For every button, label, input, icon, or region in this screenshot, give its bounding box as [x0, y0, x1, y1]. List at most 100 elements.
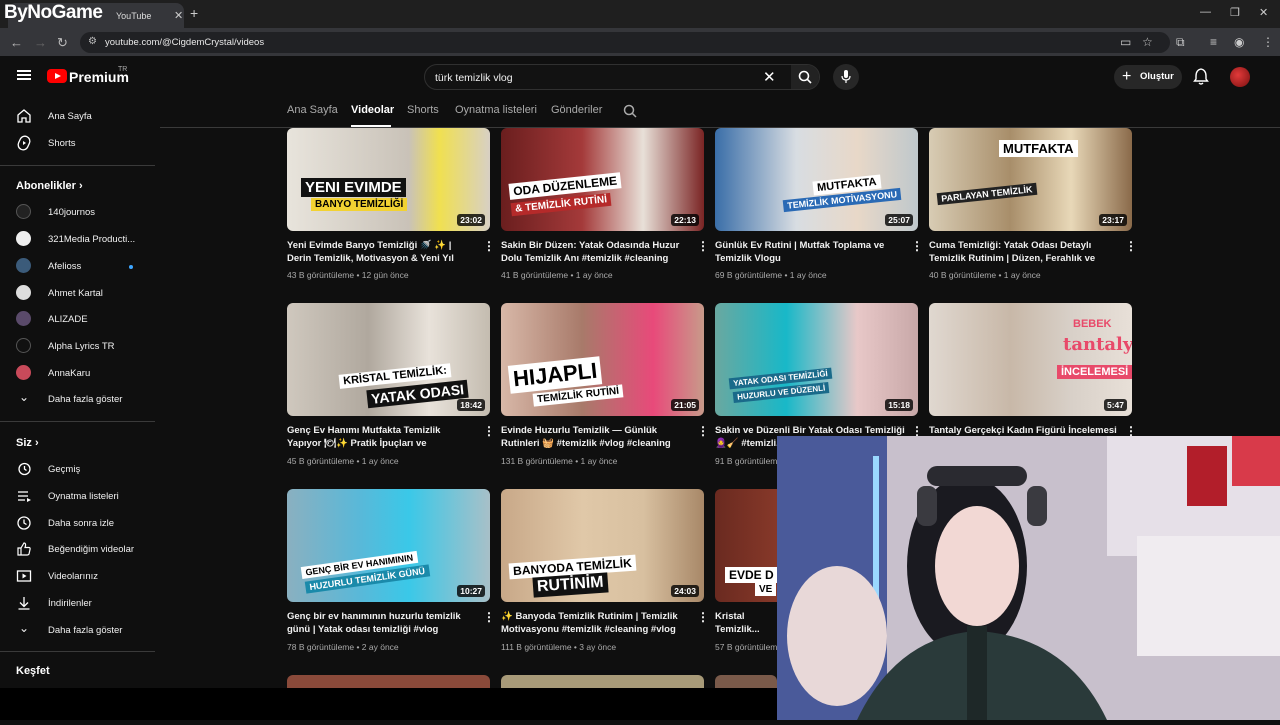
more-options-icon[interactable]: ⋮ [697, 424, 709, 438]
tab-videos[interactable]: Videolar [351, 104, 394, 116]
forward-icon[interactable]: → [34, 35, 47, 50]
video-thumbnail[interactable]: KRİSTAL TEMİZLİK: YATAK ODASI 18:42 [287, 303, 490, 416]
browser-tab-bar: YouTube ✕ ByNoGame + — ❐ ✕ [0, 0, 1280, 28]
notifications-bell-icon[interactable] [1193, 68, 1209, 85]
video-meta: 41 B görüntüleme • 1 ay önce [501, 270, 613, 280]
video-title[interactable]: Kristal Temizlik... #temizlik #vlog [715, 610, 777, 636]
thumbnail-caption: YENI EVIMDE [301, 178, 406, 197]
video-thumbnail[interactable]: ODA DÜZENLEME & TEMİZLİK RUTİNİ 22:13 [501, 128, 704, 231]
more-options-icon[interactable]: ⋮ [483, 239, 495, 253]
sidebar-item-label: Ana Sayfa [48, 111, 92, 122]
minimize-icon[interactable]: — [1200, 6, 1211, 18]
new-tab-icon[interactable]: + [190, 5, 198, 21]
video-meta: 78 B görüntüleme • 2 ay önce [287, 642, 399, 652]
more-options-icon[interactable]: ⋮ [697, 610, 709, 624]
video-thumbnail[interactable]: YATAK ODASI TEMİZLİĞİ HUZURLU VE DÜZENLİ… [715, 303, 918, 416]
create-button[interactable]: + Oluştur [1114, 65, 1182, 89]
search-box[interactable]: türk temizlik vlog ✕ [424, 64, 820, 90]
video-card[interactable]: EVDE D VE Kristal Temizlik... #temizlik … [715, 489, 777, 688]
youtube-logo-icon[interactable] [47, 69, 67, 83]
video-thumbnail[interactable]: MUTFAKTA TEMİZLİK MOTİVASYONU 25:07 [715, 128, 918, 231]
thumbnail-caption: MUTFAKTA [999, 140, 1078, 157]
tab-shorts[interactable]: Shorts [407, 104, 439, 116]
extensions-icon[interactable]: ⧉ [1176, 35, 1185, 50]
tab-title: YouTube [116, 11, 152, 21]
region-label: TR [118, 66, 128, 73]
back-icon[interactable]: ← [10, 35, 23, 50]
video-title[interactable]: Genç Ev Hanımı Mutfakta Temizlik Yapıyor… [287, 424, 477, 450]
channel-tabs: Ana Sayfa Videolar Shorts Oynatma listel… [160, 96, 1280, 128]
video-thumbnail[interactable] [287, 675, 490, 688]
reading-list-icon[interactable]: ≡ [1210, 35, 1217, 49]
clear-search-icon[interactable]: ✕ [763, 68, 776, 86]
tab-posts[interactable]: Gönderiler [551, 104, 602, 116]
video-duration: 22:13 [671, 214, 699, 226]
video-title[interactable]: ✨ Banyoda Temizlik Rutinim | Temizlik Mo… [501, 610, 691, 636]
reload-icon[interactable]: ↻ [57, 35, 68, 51]
url-field[interactable]: ⚙ youtube.com/@CigdemCrystal/videos [80, 32, 1170, 53]
video-title[interactable]: Yeni Evimde Banyo Temizliği 🚿 ✨ | Derin … [287, 239, 477, 265]
video-thumbnail[interactable]: EVDE D VE [715, 489, 777, 602]
more-options-icon[interactable]: ⋮ [1125, 239, 1137, 253]
video-thumbnail[interactable]: HIJAPLI TEMİZLİK RUTİNİ 21:05 [501, 303, 704, 416]
video-meta: 45 B görüntüleme • 1 ay önce [287, 456, 399, 466]
video-thumbnail[interactable]: YENI EVIMDE BANYO TEMİZLİĞİ 23:02 [287, 128, 490, 231]
more-options-icon[interactable]: ⋮ [697, 239, 709, 253]
video-thumbnail[interactable]: GENÇ BİR EV HANIMININ HUZURLU TEMİZLİK G… [287, 489, 490, 602]
video-thumbnail[interactable]: BEBEK tantaly İNCELEMESİ 5:47 [929, 303, 1132, 416]
video-duration: 24:03 [671, 585, 699, 597]
video-duration: 5:47 [1103, 399, 1127, 411]
bookmark-star-icon[interactable]: ☆ [1142, 35, 1153, 49]
tab-close-icon[interactable]: ✕ [174, 9, 183, 22]
video-title[interactable]: Genç bir ev hanımının huzurlu temizlik g… [287, 610, 477, 636]
tab-playlists[interactable]: Oynatma listeleri [455, 104, 537, 116]
video-title[interactable]: Sakin Bir Düzen: Yatak Odasında Huzur Do… [501, 239, 691, 265]
home-icon [17, 109, 31, 123]
thumbnail-caption: PARLAYAN TEMİZLİK [936, 182, 1038, 206]
bottom-letterbox [0, 688, 777, 720]
video-meta: 43 B görüntüleme • 12 gün önce [287, 270, 409, 280]
site-info-icon[interactable]: ⚙ [88, 36, 97, 47]
sidebar-item-home[interactable]: Ana Sayfa [0, 103, 155, 129]
thumbnail-caption: RUTİNİM [532, 572, 609, 598]
channel-search-icon[interactable] [623, 104, 637, 118]
video-thumbnail[interactable] [501, 675, 704, 688]
restore-icon[interactable]: ❐ [1230, 6, 1240, 19]
video-title[interactable]: Cuma Temizliği: Yatak Odası Detaylı Temi… [929, 239, 1119, 265]
video-duration: 10:27 [457, 585, 485, 597]
account-avatar[interactable] [1230, 67, 1250, 87]
video-meta: 69 B görüntüleme • 1 ay önce [715, 270, 827, 280]
video-meta: 57 B görüntüleme [715, 642, 777, 652]
thumbnail-caption: BEBEK [1073, 318, 1112, 330]
voice-search-button[interactable] [833, 64, 859, 90]
profile-icon[interactable]: ◉ [1234, 35, 1244, 49]
hamburger-menu-icon[interactable] [17, 70, 31, 80]
watermark-logo: ByNoGame [4, 2, 103, 23]
more-options-icon[interactable]: ⋮ [911, 239, 923, 253]
address-bar-row: ← → ↻ ⚙ youtube.com/@CigdemCrystal/video… [0, 28, 1280, 56]
video-meta: 91 B görüntüleme [715, 456, 783, 466]
install-app-icon[interactable]: ▭ [1120, 35, 1131, 49]
more-options-icon[interactable]: ⋮ [483, 424, 495, 438]
video-title[interactable]: Günlük Ev Rutini | Mutfak Toplama ve Tem… [715, 239, 905, 265]
video-duration: 18:42 [457, 399, 485, 411]
url-text: youtube.com/@CigdemCrystal/videos [105, 37, 265, 48]
video-title[interactable]: Evinde Huzurlu Temizlik — Günlük Rutinle… [501, 424, 691, 450]
tab-home[interactable]: Ana Sayfa [287, 104, 338, 116]
search-button[interactable] [791, 65, 819, 89]
search-icon [798, 70, 812, 84]
browser-menu-icon[interactable]: ⋮ [1262, 35, 1274, 49]
thumbnail-caption: EVDE D [725, 567, 777, 583]
video-thumbnail[interactable]: BANYODA TEMİZLİK RUTİNİM 24:03 [501, 489, 704, 602]
video-thumbnail[interactable]: MUTFAKTA PARLAYAN TEMİZLİK 23:17 [929, 128, 1132, 231]
video-duration: 15:18 [885, 399, 913, 411]
video-meta: 131 B görüntüleme • 1 ay önce [501, 456, 618, 466]
thumbnail-caption: İNCELEMESİ [1057, 365, 1132, 379]
search-input[interactable]: türk temizlik vlog [435, 72, 513, 84]
create-label: Oluştur [1140, 71, 1174, 82]
video-duration: 25:07 [885, 214, 913, 226]
close-window-icon[interactable]: ✕ [1259, 6, 1268, 19]
video-duration: 21:05 [671, 399, 699, 411]
more-options-icon[interactable]: ⋮ [483, 610, 495, 624]
video-thumbnail[interactable] [715, 675, 777, 688]
